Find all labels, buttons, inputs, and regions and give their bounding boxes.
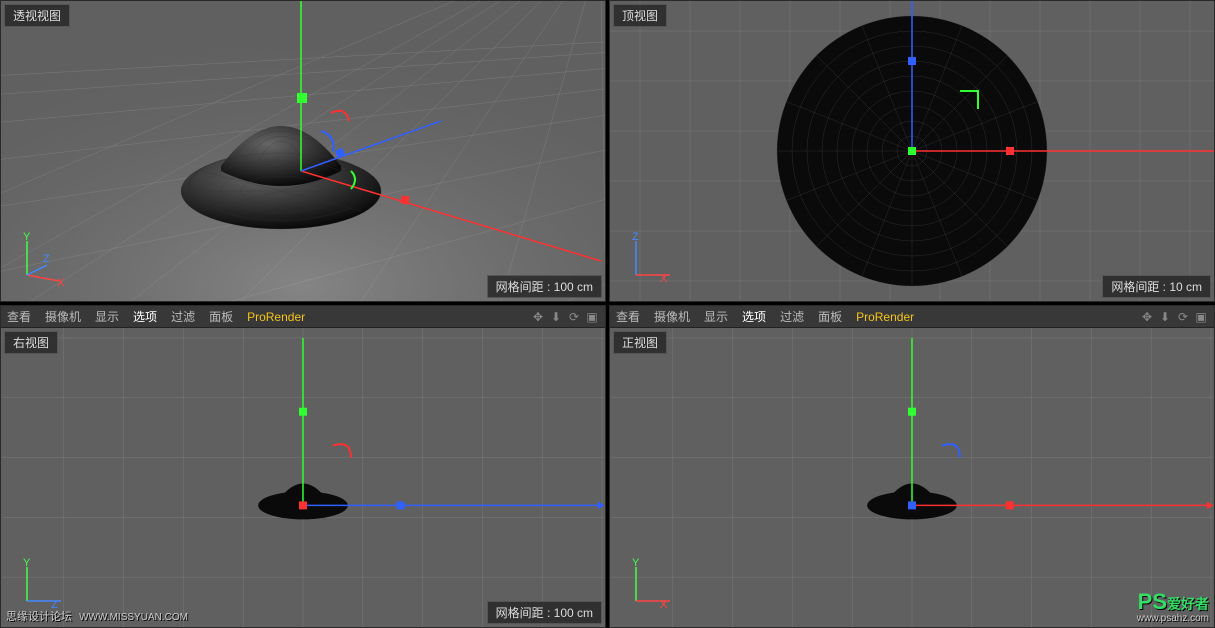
viewport-label: 透视视图	[4, 4, 70, 27]
viewport-right[interactable]: 查看 摄像机 显示 选项 过滤 面板 ProRender ✥ ⬇ ⟳ ▣ 右视图…	[0, 305, 606, 628]
menu-view[interactable]: 查看	[7, 308, 31, 325]
viewport-canvas[interactable]	[610, 328, 1214, 627]
rotate-icon[interactable]: ⟳	[1176, 310, 1190, 324]
axis-y-label: Y	[23, 231, 30, 243]
axis-gizmo: Y Z	[19, 559, 69, 609]
axis-x-label: X	[660, 599, 667, 611]
menu-view[interactable]: 查看	[616, 308, 640, 325]
axis-y-label: Y	[632, 557, 639, 569]
menu-panel[interactable]: 面板	[209, 308, 233, 325]
menu-display[interactable]: 显示	[704, 308, 728, 325]
transform-gizmo[interactable]	[908, 338, 1213, 509]
watermark-right: PS爱好者 www.psahz.com	[1137, 591, 1209, 624]
menu-options[interactable]: 选项	[133, 308, 157, 325]
viewport-menu-bar: 查看 摄像机 显示 选项 过滤 面板 ProRender ✥ ⬇ ⟳ ▣	[610, 306, 1214, 328]
axis-gizmo: Y X	[628, 559, 678, 609]
viewport-quad: 透视视图 网格间距 : 100 cm	[0, 0, 1215, 628]
watermark-text: 思缘设计论坛	[6, 611, 72, 623]
axis-gizmo: Z X	[628, 233, 678, 283]
transform-gizmo[interactable]	[299, 338, 604, 509]
axis-y-label: Y	[23, 557, 30, 569]
menu-display[interactable]: 显示	[95, 308, 119, 325]
down-icon[interactable]: ⬇	[549, 310, 563, 324]
axis-gizmo: Y X Z	[19, 233, 69, 283]
axis-x-label: X	[57, 277, 64, 289]
viewport-label: 正视图	[613, 331, 667, 354]
menu-prorender[interactable]: ProRender	[247, 310, 305, 324]
axis-z-label: Z	[43, 253, 50, 265]
menu-filter[interactable]: 过滤	[171, 308, 195, 325]
watermark-left: 思缘设计论坛 WWW.MISSYUAN.COM	[6, 608, 188, 624]
menu-filter[interactable]: 过滤	[780, 308, 804, 325]
viewport-label: 右视图	[4, 331, 58, 354]
rotate-icon[interactable]: ⟳	[567, 310, 581, 324]
viewport-canvas[interactable]	[610, 1, 1214, 301]
axis-x-label: X	[660, 273, 667, 285]
grid-spacing-label: 网格间距 : 10 cm	[1102, 275, 1211, 298]
watermark-url: www.psahz.com	[1137, 613, 1209, 624]
viewport-front[interactable]: 查看 摄像机 显示 选项 过滤 面板 ProRender ✥ ⬇ ⟳ ▣ 正视图	[609, 305, 1215, 628]
watermark-suffix: 爱好者	[1167, 596, 1209, 612]
maximize-icon[interactable]: ▣	[1194, 310, 1208, 324]
grid-spacing-label: 网格间距 : 100 cm	[487, 275, 602, 298]
watermark-brand: PS	[1138, 589, 1167, 614]
move-icon[interactable]: ✥	[531, 310, 545, 324]
watermark-url: WWW.MISSYUAN.COM	[79, 612, 188, 623]
maximize-icon[interactable]: ▣	[585, 310, 599, 324]
axis-z-label: Z	[632, 231, 639, 243]
menu-options[interactable]: 选项	[742, 308, 766, 325]
viewport-canvas[interactable]	[1, 1, 605, 301]
viewport-top[interactable]: 顶视图 网格间距 : 10 cm	[609, 0, 1215, 302]
menu-prorender[interactable]: ProRender	[856, 310, 914, 324]
viewport-menu-bar: 查看 摄像机 显示 选项 过滤 面板 ProRender ✥ ⬇ ⟳ ▣	[1, 306, 605, 328]
down-icon[interactable]: ⬇	[1158, 310, 1172, 324]
move-icon[interactable]: ✥	[1140, 310, 1154, 324]
grid-spacing-label: 网格间距 : 100 cm	[487, 601, 602, 624]
viewport-perspective[interactable]: 透视视图 网格间距 : 100 cm	[0, 0, 606, 302]
viewport-canvas[interactable]	[1, 328, 605, 627]
menu-camera[interactable]: 摄像机	[654, 308, 690, 325]
menu-camera[interactable]: 摄像机	[45, 308, 81, 325]
viewport-label: 顶视图	[613, 4, 667, 27]
menu-panel[interactable]: 面板	[818, 308, 842, 325]
